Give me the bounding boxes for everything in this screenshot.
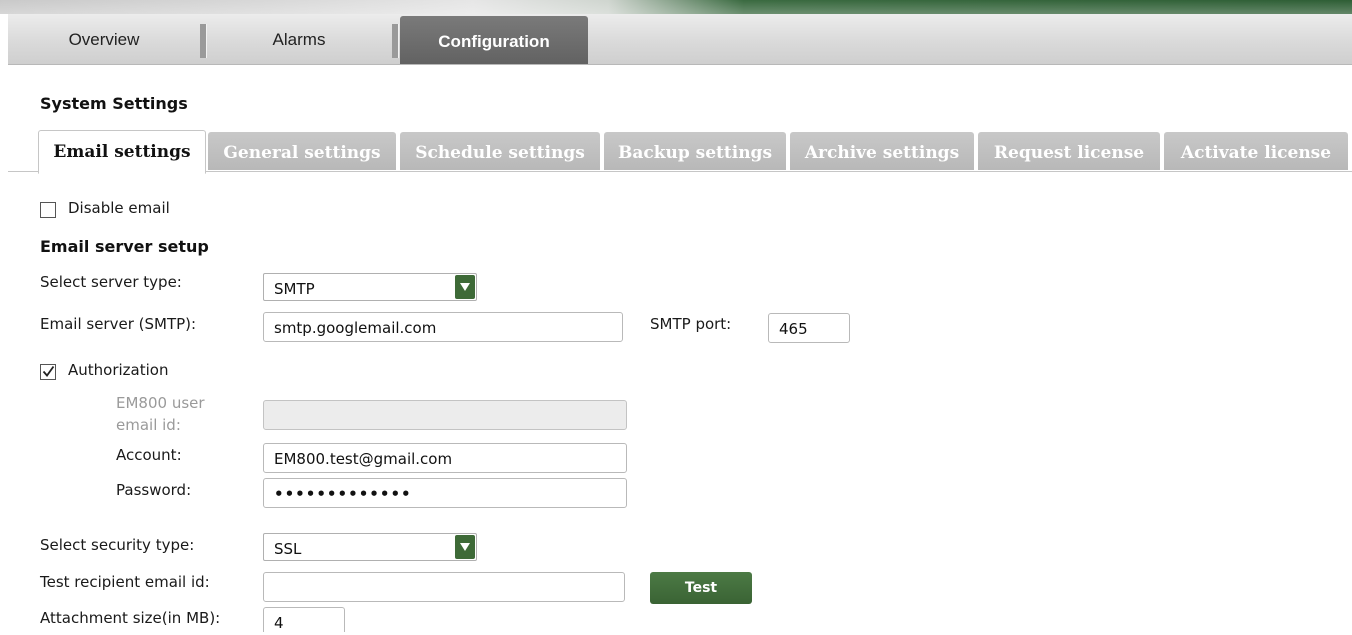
server-type-value: SMTP [274, 280, 315, 298]
disable-email-checkbox[interactable] [40, 202, 56, 218]
subtab-schedule-settings[interactable]: Schedule settings [400, 132, 600, 170]
server-type-select[interactable]: SMTP [263, 273, 477, 301]
password-label: Password: [116, 481, 192, 499]
disable-email-label: Disable email [68, 199, 170, 217]
email-server-input[interactable]: smtp.googlemail.com [263, 312, 623, 342]
nav-separator [392, 24, 398, 58]
user-email-id-input [263, 400, 627, 430]
attachment-size-label: Attachment size(in MB): [40, 609, 221, 627]
subtab-email-settings[interactable]: Email settings [38, 130, 206, 174]
test-recipient-input[interactable] [263, 572, 625, 602]
account-label: Account: [116, 446, 182, 464]
test-button[interactable]: Test [650, 572, 752, 604]
subtab-request-license[interactable]: Request license [978, 132, 1160, 170]
security-type-select[interactable]: SSL [263, 533, 477, 561]
password-input[interactable]: ••••••••••••• [263, 478, 627, 508]
dropdown-arrow-icon[interactable] [455, 535, 475, 559]
security-type-label: Select security type: [40, 536, 195, 554]
page-title: System Settings [40, 94, 188, 113]
sub-tabs-baseline [8, 171, 1352, 172]
subtab-backup-settings[interactable]: Backup settings [604, 132, 786, 170]
dropdown-arrow-icon[interactable] [455, 275, 475, 299]
user-email-id-label-line1: EM800 user [116, 394, 205, 412]
user-email-id-label-line2: email id: [116, 416, 181, 434]
smtp-port-label: SMTP port: [650, 315, 732, 333]
account-input[interactable]: EM800.test@gmail.com [263, 443, 627, 473]
checkmark-icon [42, 365, 55, 377]
top-decorative-banner [0, 0, 1352, 14]
subtab-activate-license[interactable]: Activate license [1164, 132, 1348, 170]
attachment-size-input[interactable]: 4 [263, 607, 345, 632]
smtp-port-input[interactable]: 465 [768, 313, 850, 343]
subtab-general-settings[interactable]: General settings [208, 132, 396, 170]
tab-configuration[interactable]: Configuration [400, 16, 588, 64]
authorization-checkbox[interactable] [40, 364, 56, 380]
email-server-label: Email server (SMTP): [40, 315, 197, 333]
test-recipient-label: Test recipient email id: [40, 573, 210, 591]
authorization-label: Authorization [68, 361, 169, 379]
email-server-setup-heading: Email server setup [40, 237, 209, 256]
main-navigation: Overview Alarms Configuration [8, 14, 1352, 65]
subtab-archive-settings[interactable]: Archive settings [790, 132, 974, 170]
tab-alarms[interactable]: Alarms [206, 14, 392, 64]
tab-overview[interactable]: Overview [8, 14, 200, 64]
server-type-label: Select server type: [40, 273, 182, 291]
security-type-value: SSL [274, 540, 302, 558]
